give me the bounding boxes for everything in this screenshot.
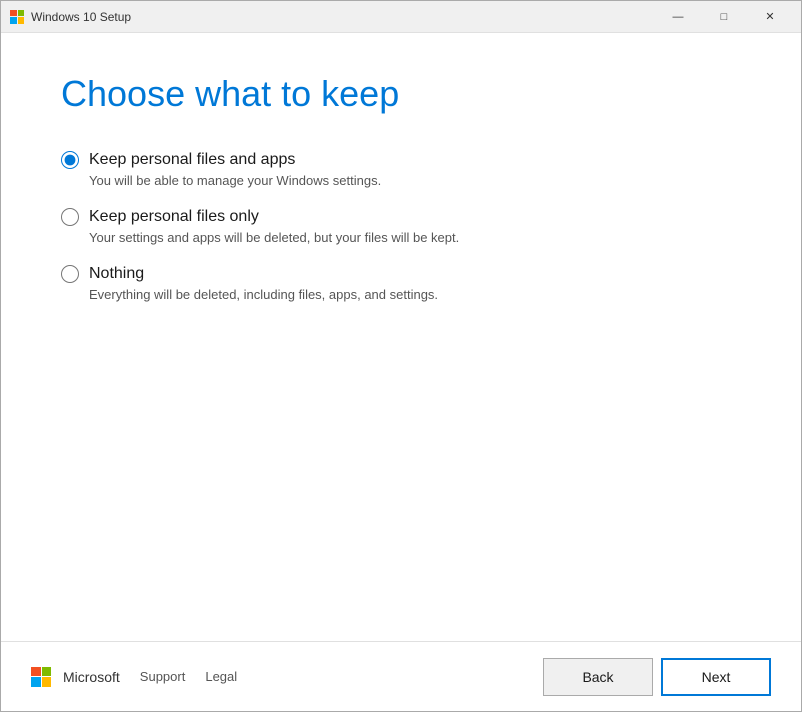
microsoft-label: Microsoft [63, 669, 120, 685]
radio-keep-files-apps[interactable] [61, 151, 79, 169]
close-button[interactable]: ✕ [747, 1, 793, 33]
option-nothing: Nothing Everything will be deleted, incl… [61, 265, 741, 302]
option-nothing-label: Nothing [89, 265, 144, 283]
next-button[interactable]: Next [661, 658, 771, 696]
radio-keep-files-only[interactable] [61, 208, 79, 226]
option-keep-files-only: Keep personal files only Your settings a… [61, 208, 741, 245]
radio-nothing[interactable] [61, 265, 79, 283]
legal-link[interactable]: Legal [205, 669, 237, 684]
footer-left: Microsoft Support Legal [31, 667, 543, 687]
option-keep-files-apps-desc: You will be able to manage your Windows … [89, 173, 741, 188]
title-bar: Windows 10 Setup — □ ✕ [1, 1, 801, 33]
windows-logo-small [10, 10, 24, 24]
option-keep-files-apps-label: Keep personal files and apps [89, 151, 295, 169]
minimize-button[interactable]: — [655, 1, 701, 33]
window: Windows 10 Setup — □ ✕ Choose what to ke… [0, 0, 802, 712]
content-area: Choose what to keep Keep personal files … [1, 33, 801, 641]
brand-area: Microsoft [31, 667, 120, 687]
options-list: Keep personal files and apps You will be… [61, 151, 741, 302]
option-keep-files-only-desc: Your settings and apps will be deleted, … [89, 230, 741, 245]
back-button[interactable]: Back [543, 658, 653, 696]
option-keep-files-apps: Keep personal files and apps You will be… [61, 151, 741, 188]
footer: Microsoft Support Legal Back Next [1, 641, 801, 711]
microsoft-logo [31, 667, 51, 687]
window-title: Windows 10 Setup [31, 10, 655, 24]
maximize-button[interactable]: □ [701, 1, 747, 33]
window-controls: — □ ✕ [655, 1, 793, 33]
window-icon [9, 9, 25, 25]
support-link[interactable]: Support [140, 669, 186, 684]
option-keep-files-only-label: Keep personal files only [89, 208, 259, 226]
footer-buttons: Back Next [543, 658, 771, 696]
option-nothing-desc: Everything will be deleted, including fi… [89, 287, 741, 302]
page-title: Choose what to keep [61, 73, 741, 115]
